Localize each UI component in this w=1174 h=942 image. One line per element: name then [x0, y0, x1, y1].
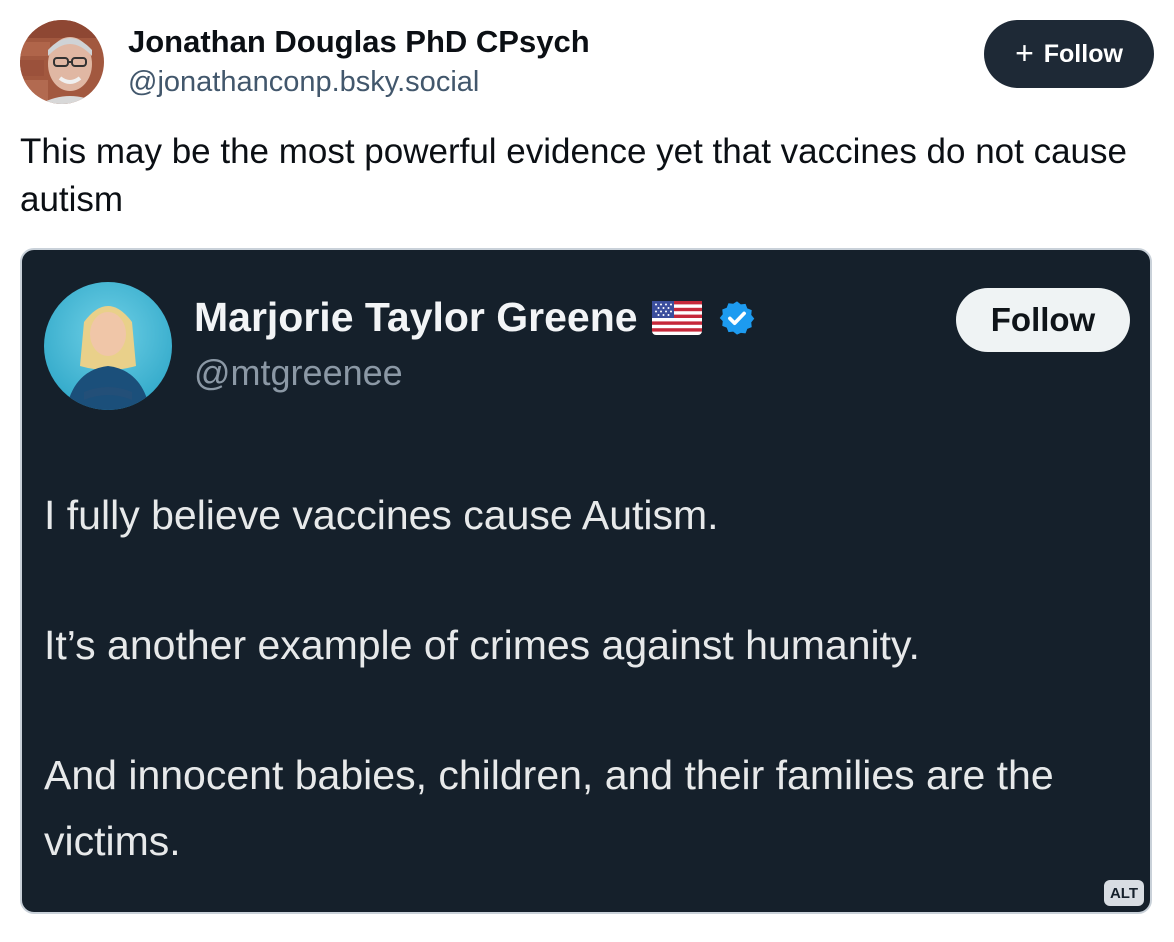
embed-paragraph: I fully believe vaccines cause Autism.: [44, 492, 719, 538]
plus-icon: +: [1015, 34, 1034, 71]
follow-button-label: Follow: [1043, 39, 1123, 68]
embed-paragraph: It’s another example of crimes against h…: [44, 622, 920, 668]
embed-body: I fully believe vaccines cause Autism. I…: [44, 482, 1124, 874]
embed-paragraph: And innocent babies, children, and their…: [44, 752, 1054, 864]
verified-badge-icon: [718, 299, 756, 337]
alt-text-badge[interactable]: ALT: [1104, 880, 1144, 906]
follow-button[interactable]: + Follow: [984, 20, 1154, 88]
embed-name: Marjorie Taylor Greene: [194, 294, 638, 340]
embed-follow-button: Follow: [956, 288, 1130, 352]
post-header: Jonathan Douglas PhD CPsych @jonathancon…: [20, 20, 1154, 104]
author-name[interactable]: Jonathan Douglas PhD CPsych: [128, 24, 590, 60]
embed-name-row: Marjorie Taylor Greene: [194, 294, 756, 341]
embed-avatar: [44, 282, 172, 410]
embedded-image[interactable]: Marjorie Taylor Greene @mtgreenee Follow…: [20, 248, 1152, 914]
post-text: This may be the most powerful evidence y…: [20, 132, 1127, 219]
author-handle[interactable]: @jonathanconp.bsky.social: [128, 66, 479, 99]
author-avatar[interactable]: [20, 20, 104, 104]
us-flag-icon: [651, 300, 702, 335]
embed-handle: @mtgreenee: [194, 352, 403, 393]
